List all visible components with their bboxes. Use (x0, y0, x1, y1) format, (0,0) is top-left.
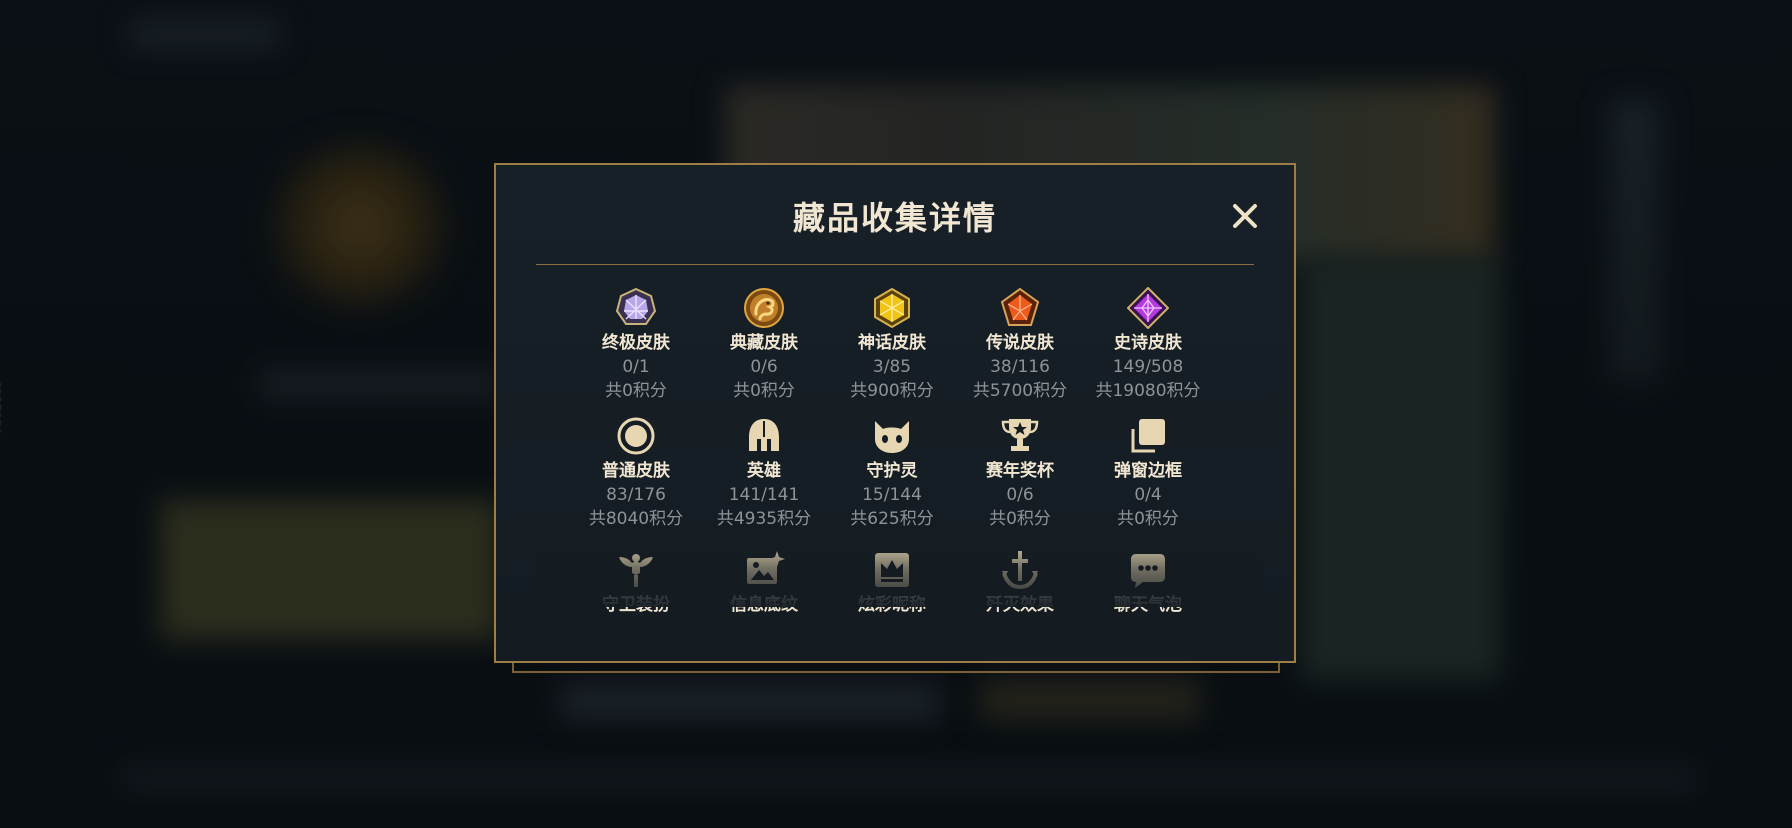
item-label: 传说皮肤 (986, 333, 1054, 353)
item-count: 38/116 (990, 357, 1050, 377)
item-count: 0/6 (1006, 485, 1034, 505)
circle-icon (617, 417, 655, 455)
item-label: 炫彩昵称 (858, 595, 926, 615)
ultimate-gem-icon (615, 287, 657, 325)
legendary-gem-icon (1000, 287, 1040, 326)
item-points: 共0积分 (1117, 509, 1179, 529)
collection-item-prestige-skin[interactable]: 典藏皮肤 0/6 共0积分 (700, 287, 828, 403)
item-points: 共0积分 (733, 381, 795, 401)
item-label: 英雄 (747, 461, 781, 481)
chat-bubble-icon (1131, 554, 1165, 588)
ward-icon (619, 554, 653, 587)
item-label: 典藏皮肤 (730, 333, 798, 353)
close-icon (1233, 204, 1257, 228)
item-count: 0/6 (750, 357, 778, 377)
item-count: 15/144 (862, 485, 922, 505)
item-label: 聊天气泡 (1114, 595, 1182, 615)
collection-item-classic-skin[interactable]: 普通皮肤 83/176 共8040积分 (572, 415, 700, 531)
item-points: 共625积分 (850, 509, 934, 529)
item-label: 弹窗边框 (1114, 461, 1182, 481)
dragon-medal-icon (744, 288, 784, 328)
item-points: 共900积分 (850, 381, 934, 401)
title-divider (536, 264, 1254, 265)
collection-item-season-trophy[interactable]: 赛年奖杯 0/6 共0积分 (956, 415, 1084, 531)
anchor-sword-icon (1002, 551, 1038, 590)
item-label: 歼灭效果 (986, 595, 1054, 615)
collection-item-elimination-effect[interactable]: 歼灭效果 (956, 549, 1084, 617)
item-count: 141/141 (728, 485, 800, 505)
mythic-gem-icon (874, 287, 910, 329)
item-count: 149/508 (1112, 357, 1184, 377)
collection-grid: 终极皮肤 0/1 共0积分 典藏皮肤 0/6 共0积分 神话皮肤 3/85 共9… (536, 287, 1258, 657)
collection-item-epic-skin[interactable]: 史诗皮肤 149/508 共19080积分 (1084, 287, 1212, 403)
item-label: 守护灵 (866, 461, 918, 481)
collection-item-companion[interactable]: 守护灵 15/144 共625积分 (828, 415, 956, 531)
collection-item-legendary-skin[interactable]: 传说皮肤 38/116 共5700积分 (956, 287, 1084, 403)
item-label: 史诗皮肤 (1114, 333, 1182, 353)
item-label: 普通皮肤 (602, 461, 670, 481)
modal-bottom-edge (512, 663, 1280, 673)
collection-item-profile-banner[interactable]: 信息底纹 (700, 549, 828, 617)
item-points: 共0积分 (989, 509, 1051, 529)
collection-details-modal: 藏品收集详情 终极皮肤 0/1 共0积分 典藏皮肤 0/6 共0积分 神话皮肤 … (494, 163, 1296, 663)
modal-title: 藏品收集详情 (792, 199, 997, 237)
collection-item-ward-skin[interactable]: 守卫装扮 (572, 549, 700, 617)
item-label: 神话皮肤 (858, 333, 926, 353)
collection-item-chat-bubble[interactable]: 聊天气泡 (1084, 549, 1212, 617)
collection-item-colorful-name[interactable]: 炫彩昵称 (828, 549, 956, 617)
item-points: 共19080积分 (1095, 381, 1201, 401)
item-points: 共0积分 (605, 381, 667, 401)
item-count: 0/1 (622, 357, 650, 377)
collection-item-ultimate-skin[interactable]: 终极皮肤 0/1 共0积分 (572, 287, 700, 403)
helmet-icon (749, 419, 779, 451)
item-label: 终极皮肤 (602, 333, 670, 353)
item-label: 信息底纹 (730, 595, 798, 615)
item-count: 3/85 (872, 357, 912, 377)
close-button[interactable] (1230, 201, 1260, 231)
item-label: 赛年奖杯 (986, 461, 1054, 481)
item-points: 共4935积分 (716, 509, 812, 529)
stacked-cards-icon (1131, 419, 1165, 453)
item-points: 共8040积分 (588, 509, 684, 529)
image-sparkle-icon (747, 551, 785, 584)
item-label: 守卫装扮 (602, 595, 670, 615)
trophy-icon (1001, 419, 1039, 451)
epic-gem-icon (1127, 287, 1169, 329)
crown-card-icon (875, 553, 909, 587)
collection-item-mythic-skin[interactable]: 神话皮肤 3/85 共900积分 (828, 287, 956, 403)
item-points: 共5700积分 (972, 381, 1068, 401)
cat-face-icon (875, 421, 909, 453)
collection-item-champion[interactable]: 英雄 141/141 共4935积分 (700, 415, 828, 531)
item-count: 0/4 (1134, 485, 1162, 505)
collection-item-popup-frame[interactable]: 弹窗边框 0/4 共0积分 (1084, 415, 1212, 531)
item-count: 83/176 (606, 485, 666, 505)
